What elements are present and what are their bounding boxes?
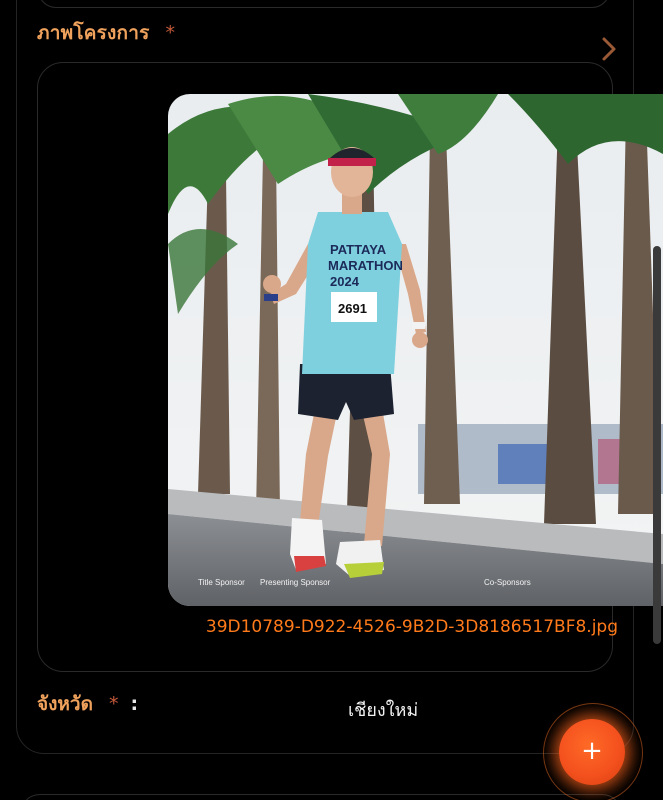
province-label-text: จังหวัด — [37, 693, 93, 715]
province-label: จังหวัด *: — [37, 689, 138, 719]
shirt-text-2: MARATHON — [328, 258, 403, 273]
province-colon: : — [130, 693, 139, 715]
shirt-text-3: 2024 — [330, 274, 360, 289]
bib-number: 2691 — [338, 301, 367, 316]
plus-icon: + — [581, 736, 603, 766]
project-image-label: ภาพโครงการ * — [37, 18, 175, 48]
required-star: * — [165, 22, 176, 44]
chevron-right-icon[interactable] — [598, 36, 620, 62]
banner-text-3: Co-Sponsors — [484, 578, 531, 587]
shirt-text-1: PATTAYA — [330, 242, 387, 257]
project-image-label-text: ภาพโครงการ — [37, 22, 150, 44]
scrollbar-thumb[interactable] — [653, 246, 661, 644]
previous-field-card — [38, 0, 610, 8]
project-photo[interactable]: PATTAYA MARATHON 2024 2691 Title Sponsor… — [168, 94, 663, 606]
next-field-card — [20, 794, 622, 800]
banner-text-2: Presenting Sponsor — [260, 578, 331, 587]
add-fab-button[interactable]: + — [559, 719, 625, 785]
required-star: * — [108, 693, 119, 715]
province-value: เชียงใหม่ — [348, 700, 419, 721]
image-file-name-link[interactable]: 39D10789-D922-4526-9B2D-3D8186517BF8.jpg — [206, 617, 618, 637]
banner-text-1: Title Sponsor — [198, 578, 245, 587]
project-form-page: ภาพโครงการ * PATTAYA MARATHON 2024 2691 … — [0, 0, 663, 800]
